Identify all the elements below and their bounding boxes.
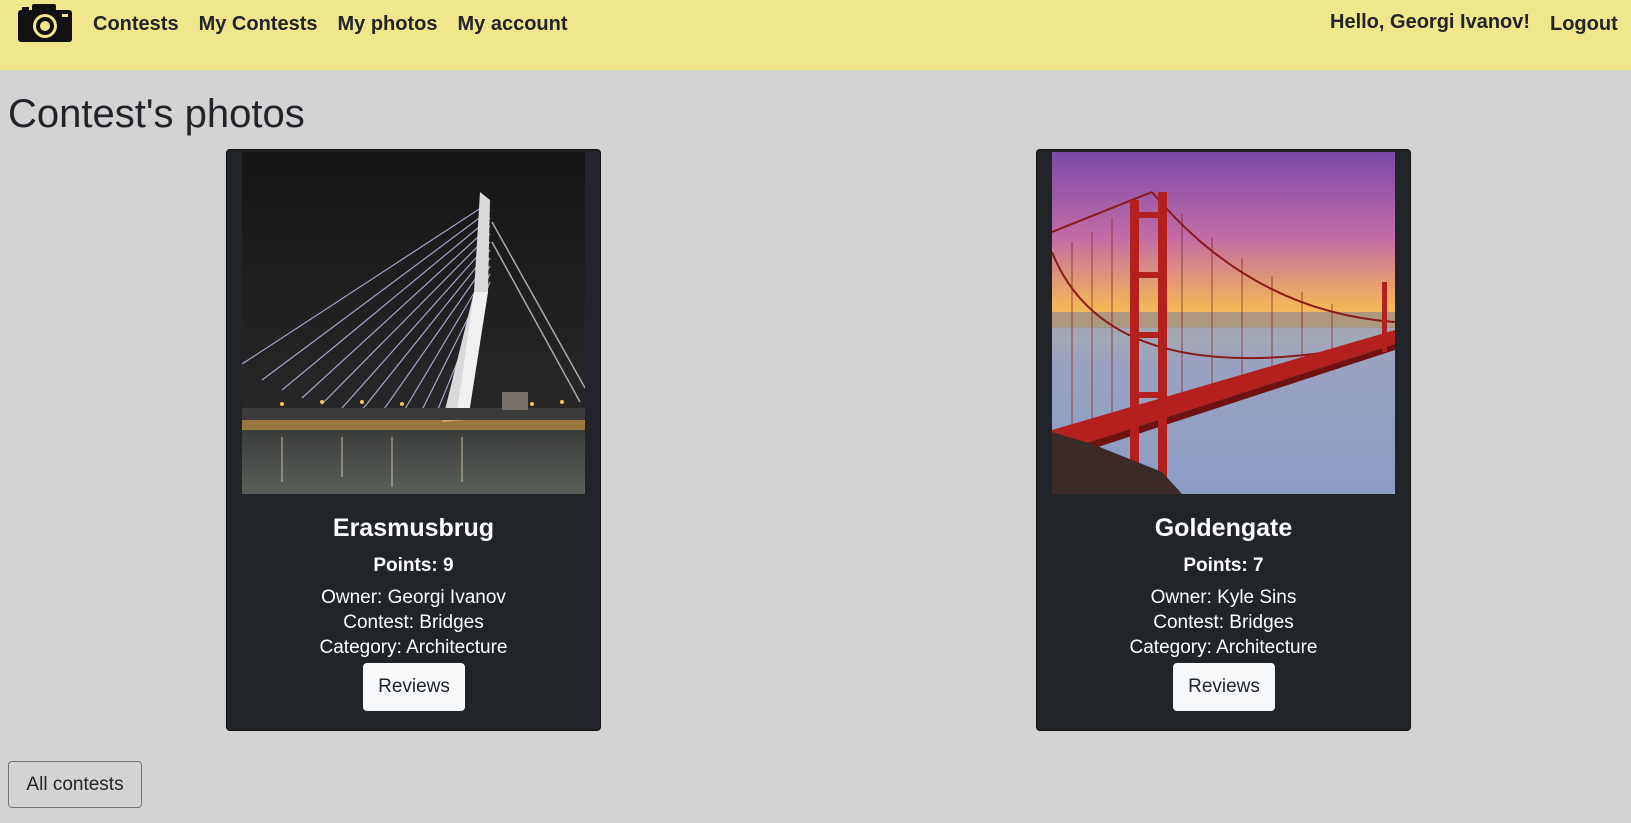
- photo-owner: Owner: Georgi Ivanov: [321, 587, 506, 608]
- page-title: Contest's photos: [8, 92, 305, 136]
- photo-contest: Contest: Bridges: [1153, 612, 1294, 633]
- user-greeting: Hello, Georgi Ivanov!: [1330, 11, 1531, 33]
- nav-my-account-link[interactable]: My account: [457, 13, 567, 36]
- photo-contest: Contest: Bridges: [343, 612, 484, 633]
- logout-link[interactable]: Logout: [1550, 13, 1618, 36]
- photo-card: Goldengate Points: 7 Owner: Kyle Sins Co…: [1036, 149, 1411, 731]
- nav-my-photos-link[interactable]: My photos: [337, 13, 437, 36]
- photo-points: Points: 7: [1183, 555, 1264, 576]
- nav-contests-link[interactable]: Contests: [93, 13, 179, 36]
- camera-logo-icon[interactable]: [16, 2, 74, 44]
- all-contests-button[interactable]: All contests: [8, 761, 142, 808]
- photo-owner: Owner: Kyle Sins: [1150, 587, 1297, 608]
- photo-title: Erasmusbrug: [332, 514, 495, 542]
- photo-category: Category: Architecture: [1129, 637, 1318, 658]
- nav-my-contests-link[interactable]: My Contests: [199, 13, 318, 36]
- reviews-button[interactable]: Reviews: [363, 663, 465, 711]
- photo-category: Category: Architecture: [319, 637, 508, 658]
- photo-title: Goldengate: [1154, 514, 1293, 542]
- photo-points: Points: 9: [373, 555, 454, 576]
- photo-image-goldengate: [1052, 152, 1395, 494]
- photo-card: Erasmusbrug Points: 9 Owner: Georgi Ivan…: [226, 149, 601, 731]
- nav-links: Contests My Contests My photos My accoun…: [93, 13, 568, 36]
- navbar: Contests My Contests My photos My accoun…: [0, 0, 1631, 70]
- reviews-button[interactable]: Reviews: [1173, 663, 1275, 711]
- photo-image-erasmusbrug: [242, 152, 585, 494]
